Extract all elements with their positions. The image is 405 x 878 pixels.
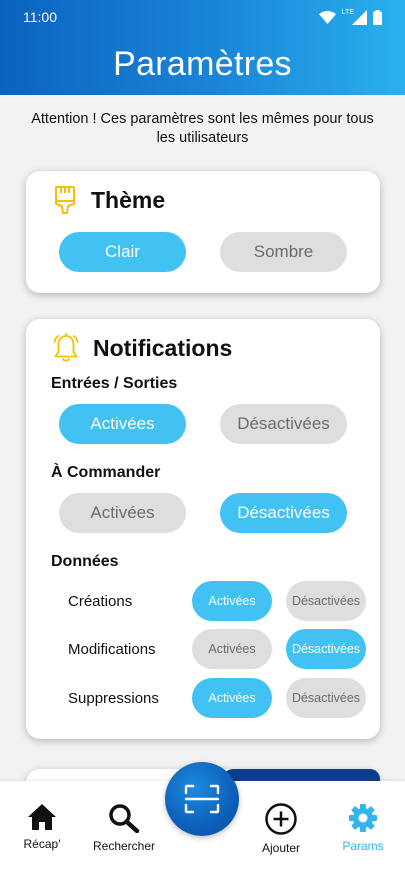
status-bar: 11:00 LTE — [0, 0, 405, 34]
to-order-label: À Commander — [51, 464, 161, 481]
paintbrush-icon — [55, 186, 75, 214]
notifications-title: Notifications — [93, 334, 233, 361]
page-title: Paramètres — [113, 45, 292, 83]
home-icon — [28, 804, 56, 830]
modifications-label: Modifications — [68, 641, 156, 658]
app-header: 11:00 LTE Paramètres — [0, 0, 405, 95]
nav-params[interactable]: Params — [335, 803, 391, 853]
modifications-off-button[interactable]: Désactivées — [286, 629, 366, 669]
theme-light-button[interactable]: Clair — [59, 232, 186, 272]
status-icons: LTE — [318, 9, 382, 25]
nav-search[interactable]: Rechercher — [87, 803, 161, 853]
nav-params-label: Params — [342, 839, 384, 853]
nav-recap-label: Récap' — [23, 837, 61, 851]
cell-signal-icon — [352, 9, 367, 25]
gear-icon — [349, 804, 377, 832]
nav-search-label: Rechercher — [92, 839, 156, 853]
entries-exits-off-button[interactable]: Désactivées — [220, 404, 347, 444]
theme-title: Thème — [91, 186, 166, 213]
deletions-on-button[interactable]: Activées — [192, 678, 272, 718]
theme-card: Thème Clair Sombre — [26, 171, 380, 293]
status-time: 11:00 — [23, 9, 57, 25]
to-order-on-button[interactable]: Activées — [59, 493, 186, 533]
data-label: Données — [51, 553, 119, 570]
nav-add-label: Ajouter — [261, 841, 301, 855]
notifications-header: Notifications — [52, 333, 232, 363]
creations-on-button[interactable]: Activées — [192, 581, 272, 621]
wifi-icon — [318, 10, 336, 24]
entries-exits-on-button[interactable]: Activées — [59, 404, 186, 444]
scan-icon — [184, 784, 220, 814]
nav-recap[interactable]: Récap' — [14, 803, 70, 851]
creations-off-button[interactable]: Désactivées — [286, 581, 366, 621]
modifications-on-button[interactable]: Activées — [192, 629, 272, 669]
scan-button[interactable] — [165, 762, 239, 836]
nav-add[interactable]: Ajouter — [253, 803, 309, 855]
shared-settings-warning: Attention ! Ces paramètres sont les même… — [31, 111, 374, 146]
to-order-off-button[interactable]: Désactivées — [220, 493, 347, 533]
creations-label: Créations — [68, 593, 133, 610]
deletions-label: Suppressions — [68, 690, 159, 707]
entries-exits-label: Entrées / Sorties — [51, 375, 178, 392]
search-icon — [109, 804, 140, 833]
notifications-card: Notifications Entrées / Sorties Activées… — [26, 319, 380, 739]
theme-dark-button[interactable]: Sombre — [220, 232, 347, 272]
bell-icon — [53, 333, 79, 362]
deletions-off-button[interactable]: Désactivées — [286, 678, 366, 718]
theme-header: Thème — [52, 185, 165, 215]
battery-icon — [373, 9, 382, 25]
add-circle-icon — [265, 803, 297, 835]
